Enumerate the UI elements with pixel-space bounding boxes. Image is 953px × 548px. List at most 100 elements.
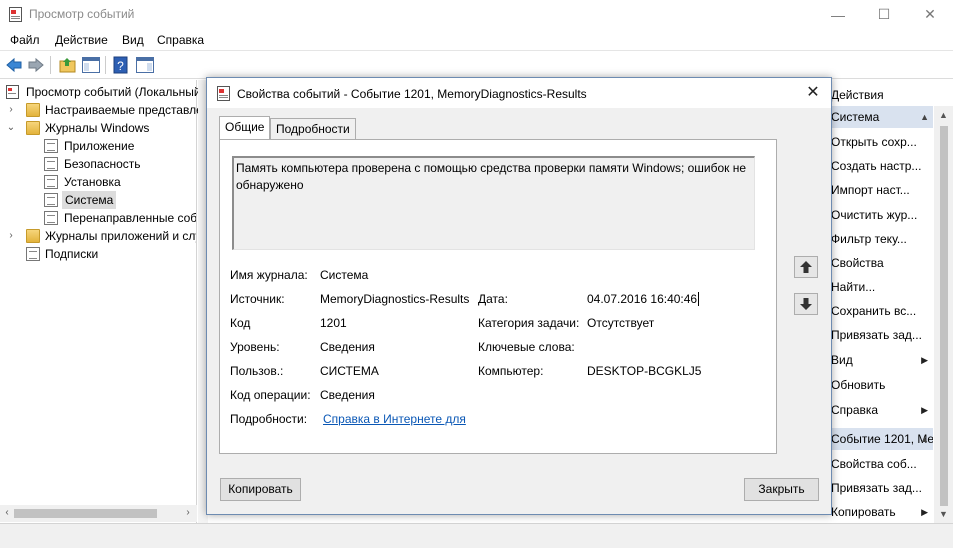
collapse-up-icon: ▲ <box>920 112 929 122</box>
previous-event-button[interactable] <box>794 256 818 278</box>
tree-root[interactable]: Просмотр событий (Локальный) <box>6 83 205 101</box>
scrollbar-thumb[interactable] <box>940 126 948 506</box>
event-viewer-icon <box>6 85 19 99</box>
submenu-arrow-icon: ▶ <box>921 507 928 517</box>
log-icon <box>44 139 58 153</box>
log-icon <box>44 211 58 225</box>
date-value[interactable]: 04.07.2016 16:40:46 <box>587 292 700 306</box>
maximize-button[interactable]: ☐ <box>861 0 907 29</box>
tree-item-custom-views[interactable]: › Настраиваемые представления <box>6 101 223 119</box>
show-hide-actions-icon[interactable] <box>135 55 155 75</box>
log-name-value[interactable]: Система <box>320 268 368 282</box>
actions-section-system[interactable]: Система ▲ <box>830 106 933 128</box>
source-label: Источник: <box>230 292 285 306</box>
action-copy[interactable]: Копировать ▶ <box>830 501 933 523</box>
action-clear-log[interactable]: Очистить жур... <box>830 204 933 226</box>
minimize-button[interactable]: — <box>815 0 861 29</box>
menu-help[interactable]: Справка <box>157 33 204 47</box>
action-attach-task[interactable]: Привязать зад... <box>830 324 933 346</box>
tree-item-setup[interactable]: Установка <box>44 173 196 191</box>
forward-arrow-icon[interactable] <box>26 55 46 75</box>
user-label: Пользов.: <box>230 364 284 378</box>
tree-item-app-logs[interactable]: › Журналы приложений и служб <box>6 227 196 245</box>
scroll-right-icon[interactable]: › <box>182 507 194 520</box>
date-label: Дата: <box>478 292 508 306</box>
dialog-close-button[interactable]: ✕ <box>803 83 823 103</box>
tree-item-application[interactable]: Приложение <box>44 137 196 155</box>
action-import-view[interactable]: Импорт наст... <box>830 179 933 201</box>
event-description[interactable]: Память компьютера проверена с помощью ср… <box>232 156 755 250</box>
log-icon <box>44 193 58 207</box>
scroll-left-icon[interactable]: ‹ <box>1 507 13 520</box>
arrow-up-icon <box>800 261 812 273</box>
help-icon[interactable]: ? <box>111 55 131 75</box>
action-attach-task-event[interactable]: Привязать зад... <box>830 477 933 499</box>
chevron-right-icon[interactable]: › <box>6 101 16 119</box>
back-arrow-icon[interactable] <box>4 55 24 75</box>
action-properties[interactable]: Свойства <box>830 252 933 274</box>
action-open-saved[interactable]: Открыть сохр... <box>830 131 933 153</box>
task-category-value[interactable]: Отсутствует <box>587 316 654 330</box>
scrollbar-thumb[interactable] <box>14 509 157 518</box>
folder-icon <box>26 229 40 243</box>
toolbar-separator <box>50 56 51 74</box>
title-bar: Просмотр событий — ☐ ✕ <box>0 0 953 29</box>
subscriptions-icon <box>26 247 40 261</box>
opcode-value[interactable]: Сведения <box>320 388 375 402</box>
action-save-all[interactable]: Сохранить вс... <box>830 300 933 322</box>
tree-horizontal-scrollbar[interactable]: ‹ › <box>0 505 197 522</box>
action-event-properties[interactable]: Свойства соб... <box>830 453 933 475</box>
level-value[interactable]: Сведения <box>320 340 375 354</box>
menu-action[interactable]: Действие <box>55 33 108 47</box>
action-filter-log[interactable]: Фильтр теку... <box>830 228 933 250</box>
tree-item-forwarded-events[interactable]: Перенаправленные события <box>44 209 196 227</box>
folder-icon <box>26 103 40 117</box>
action-view[interactable]: Вид ▶ <box>830 349 933 371</box>
close-dialog-button[interactable]: Закрыть <box>744 478 819 501</box>
event-id-value[interactable]: 1201 <box>320 316 347 330</box>
tree-item-windows-logs[interactable]: ⌄ Журналы Windows <box>6 119 196 137</box>
user-value[interactable]: СИСТЕМА <box>320 364 379 378</box>
action-create-custom-view[interactable]: Создать настр... <box>830 155 933 177</box>
online-help-link[interactable]: Справка в Интернете для <box>323 412 466 426</box>
action-refresh[interactable]: Обновить <box>830 374 933 396</box>
tree-item-label: Установка <box>64 175 121 189</box>
general-tab-panel: Память компьютера проверена с помощью ср… <box>219 139 777 454</box>
status-bar <box>0 523 953 548</box>
tree-item-label: Приложение <box>64 139 135 153</box>
computer-value[interactable]: DESKTOP-BCGKLJ5 <box>587 364 701 378</box>
scroll-up-icon[interactable]: ▲ <box>934 107 953 123</box>
action-find[interactable]: Найти... <box>830 276 933 298</box>
close-window-button[interactable]: ✕ <box>907 0 953 29</box>
tree-item-label: Перенаправленные события <box>64 211 196 225</box>
tree-item-system[interactable]: Система <box>44 191 196 209</box>
svg-text:?: ? <box>117 59 124 73</box>
event-properties-dialog: Свойства событий - Событие 1201, MemoryD… <box>206 77 832 515</box>
submenu-arrow-icon: ▶ <box>921 405 928 415</box>
chevron-right-icon[interactable]: › <box>6 227 16 245</box>
scroll-down-icon[interactable]: ▼ <box>934 506 953 522</box>
toolbar: ? <box>0 51 953 79</box>
collapse-up-icon: ▲ <box>920 434 929 444</box>
tab-general[interactable]: Общие <box>219 116 271 140</box>
tree-item-label: Журналы приложений и служб <box>45 229 196 243</box>
actions-section-event[interactable]: Событие 1201, Me... ▲ <box>830 428 933 450</box>
window-title: Просмотр событий <box>29 7 135 21</box>
action-help[interactable]: Справка ▶ <box>830 399 933 421</box>
tab-details[interactable]: Подробности <box>270 118 356 140</box>
tree-item-security[interactable]: Безопасность <box>44 155 196 173</box>
arrow-down-icon <box>800 298 812 310</box>
log-icon <box>44 175 58 189</box>
chevron-down-icon[interactable]: ⌄ <box>6 119 16 137</box>
copy-button[interactable]: Копировать <box>220 478 301 501</box>
menu-view[interactable]: Вид <box>122 33 144 47</box>
show-hide-tree-icon[interactable] <box>81 55 101 75</box>
menu-file[interactable]: Файл <box>10 33 40 47</box>
tree-item-subscriptions[interactable]: Подписки <box>6 245 196 263</box>
next-event-button[interactable] <box>794 293 818 315</box>
source-value[interactable]: MemoryDiagnostics-Results <box>320 292 469 306</box>
actions-vertical-scrollbar[interactable]: ▲ ▼ <box>934 106 953 523</box>
folder-up-icon[interactable] <box>58 55 78 75</box>
tree-item-label: Настраиваемые представления <box>45 103 223 117</box>
tree-item-label: Журналы Windows <box>45 121 150 135</box>
